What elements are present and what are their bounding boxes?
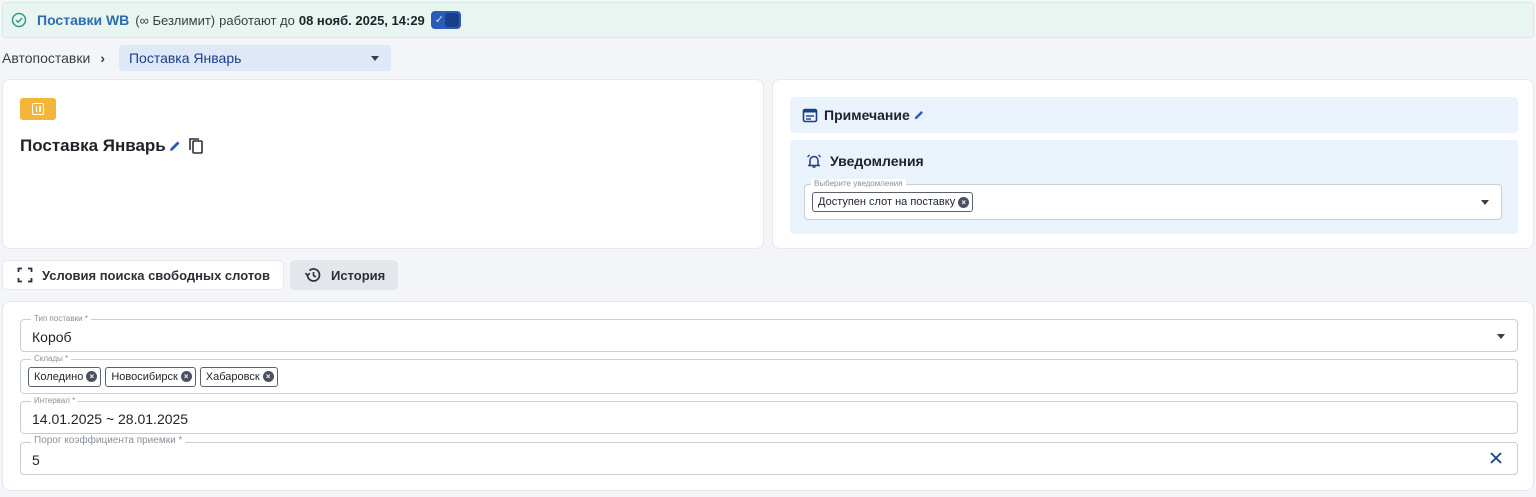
history-icon — [304, 268, 321, 282]
supply-type-value: Короб — [32, 329, 72, 345]
notification-chip: Доступен слот на поставку × — [812, 192, 974, 212]
toggle-knob — [444, 13, 459, 27]
chevron-down-icon[interactable] — [1481, 200, 1489, 205]
notifications-section: Уведомления Выберите уведомления Доступе… — [790, 140, 1518, 234]
note-label: Примечание — [824, 107, 910, 123]
notifications-select[interactable]: Выберите уведомления Доступен слот на по… — [804, 179, 1502, 220]
chip-remove-icon[interactable]: × — [180, 371, 192, 382]
tab-conditions[interactable]: Условия поиска свободных слотов — [2, 260, 284, 290]
chip-label: Доступен слот на поставку — [818, 196, 956, 208]
supply-card: Поставка Январь — [2, 79, 764, 249]
close-icon[interactable] — [1489, 451, 1503, 465]
bell-icon — [807, 154, 821, 168]
tab-label: История — [330, 267, 386, 283]
status-text: работают до — [219, 12, 295, 28]
chip-label: Хабаровск — [205, 370, 260, 383]
notifications-field-label: Выберите уведомления — [811, 179, 906, 189]
threshold-field[interactable]: Порог коэффициента приемки * 5 — [20, 436, 1518, 475]
notes-card: Примечание Уведомления Выберите уведомле… — [772, 79, 1534, 249]
supply-type-select[interactable]: Тип поставки * Короб — [20, 314, 1518, 352]
chevron-down-icon — [370, 55, 379, 61]
calendar-note-icon — [802, 108, 818, 123]
warehouse-chip: Коледино × — [28, 366, 102, 387]
chip-remove-icon[interactable]: × — [86, 371, 98, 382]
interval-value: 14.01.2025 ~ 28.01.2025 — [32, 411, 189, 427]
breadcrumb-separator-icon: › — [100, 50, 105, 66]
toggle-check-icon: ✓ — [434, 14, 445, 26]
tab-history[interactable]: История — [289, 260, 399, 290]
notifications-header: Уведомления — [806, 153, 924, 169]
chip-remove-icon[interactable]: × — [958, 196, 970, 208]
fullscreen-icon — [17, 267, 33, 283]
supply-select[interactable]: Поставка Январь — [118, 45, 391, 71]
subscription-toggle[interactable]: ✓ — [430, 11, 461, 29]
search-conditions-card: Тип поставки * Короб Склады * Коледино ×… — [2, 301, 1534, 491]
notifications-label: Уведомления — [830, 153, 924, 169]
warehouses-select[interactable]: Склады * Коледино × Новосибирск × Хабаро… — [20, 354, 1518, 394]
pause-icon — [32, 103, 44, 115]
pencil-icon[interactable] — [913, 109, 925, 121]
copy-icon[interactable] — [186, 136, 208, 156]
threshold-label: Порог коэффициента приемки * — [31, 436, 186, 446]
interval-field[interactable]: Интервал * 14.01.2025 ~ 28.01.2025 — [20, 396, 1518, 434]
supply-select-value: Поставка Январь — [128, 50, 242, 66]
breadcrumb-root[interactable]: Автопоставки — [2, 50, 90, 66]
tab-label: Условия поиска свободных слотов — [42, 267, 270, 283]
threshold-value: 5 — [32, 452, 40, 468]
chip-label: Новосибирск — [111, 370, 178, 383]
chip-label: Коледино — [34, 370, 84, 383]
pencil-icon[interactable] — [168, 139, 182, 153]
breadcrumb: Автопоставки › Поставка Январь — [2, 45, 391, 71]
interval-label: Интервал * — [31, 396, 79, 406]
supply-type-label: Тип поставки * — [31, 314, 91, 324]
supply-title-row: Поставка Январь — [20, 136, 208, 156]
tab-bar: Условия поиска свободных слотов История — [2, 260, 399, 290]
page-title: Поставка Январь — [20, 136, 166, 155]
subscription-banner: Поставки WB (∞ Безлимит) работают до 08 … — [2, 2, 1534, 38]
check-circle-icon — [11, 12, 27, 28]
warehouses-label: Склады * — [31, 354, 72, 364]
status-badge[interactable] — [20, 98, 56, 120]
warehouse-chip: Хабаровск × — [199, 366, 278, 387]
service-name: Поставки WB — [37, 12, 130, 28]
note-section: Примечание — [790, 97, 1518, 133]
plan-label: (∞ Безлимит) — [135, 12, 216, 28]
chip-remove-icon[interactable]: × — [262, 371, 274, 382]
chevron-down-icon[interactable] — [1497, 334, 1505, 339]
until-date: 08 нояб. 2025, 14:29 — [298, 12, 425, 28]
warehouse-chip: Новосибирск × — [105, 366, 196, 387]
